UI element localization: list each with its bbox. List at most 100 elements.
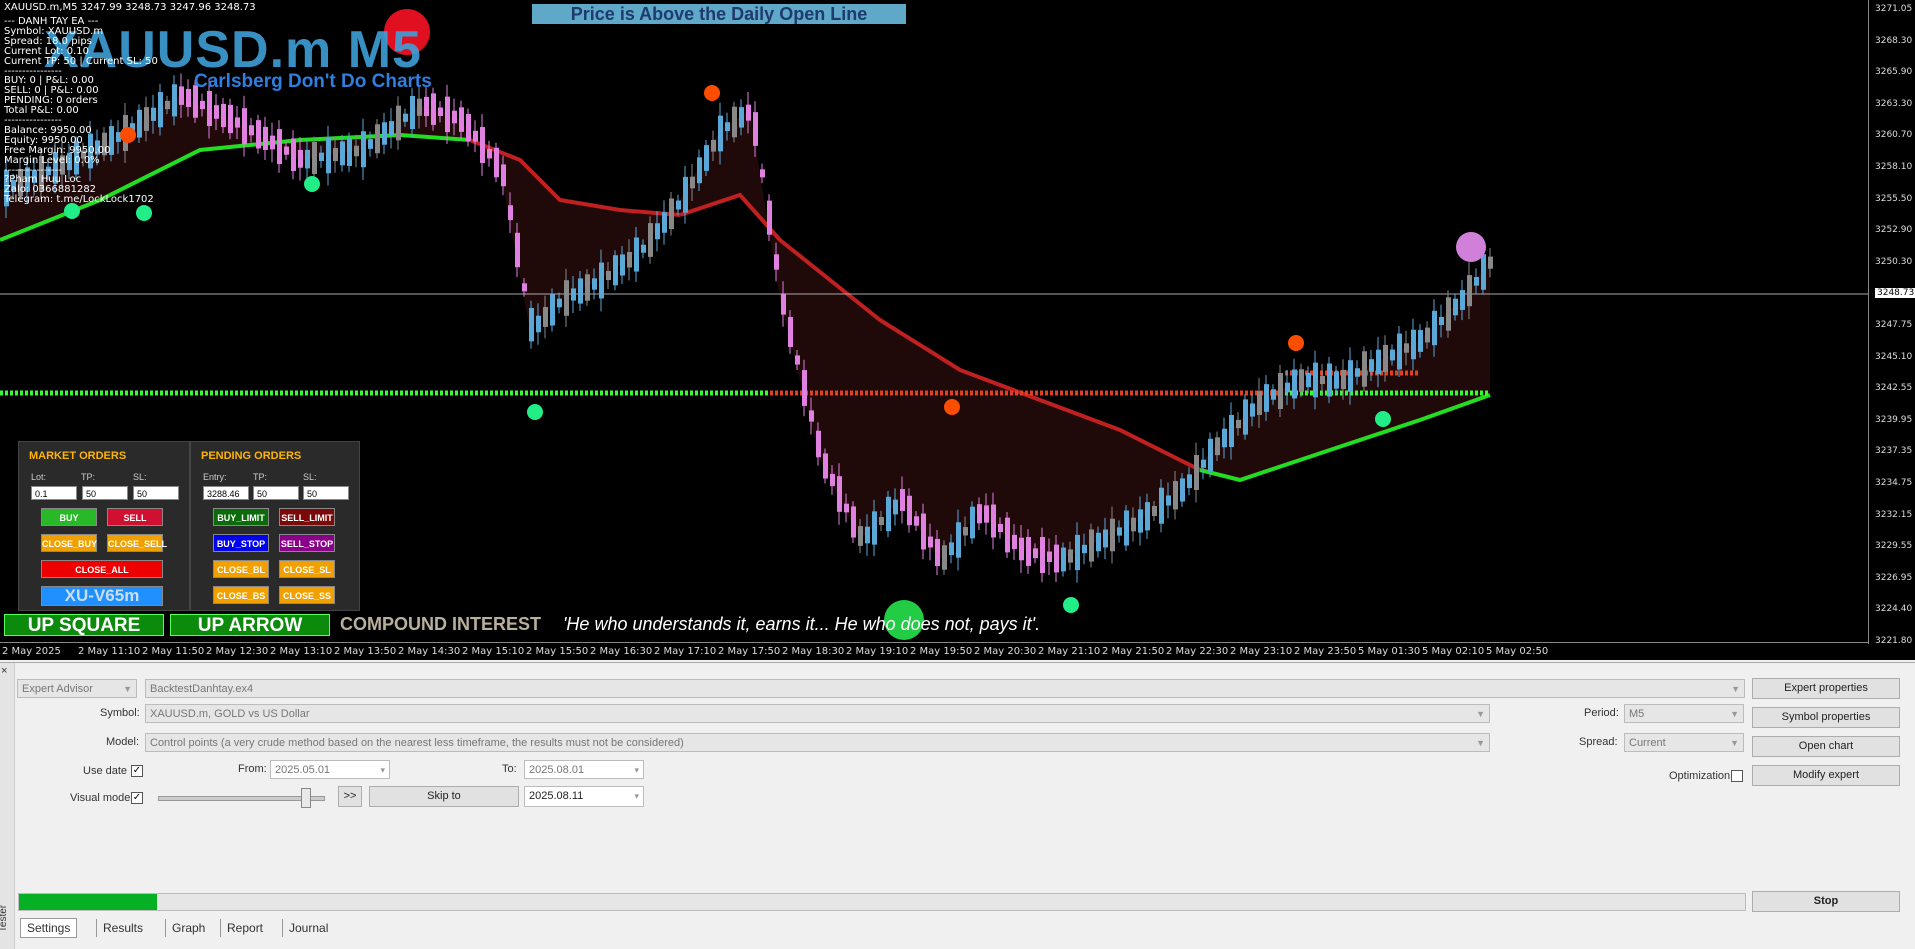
sell-button[interactable]: SELL — [107, 508, 163, 526]
tab-results[interactable]: Results — [96, 919, 149, 937]
speed-slider-track[interactable] — [158, 796, 325, 801]
tab-graph[interactable]: Graph — [165, 919, 211, 937]
price-scale[interactable]: 3271.05 3268.30 3265.90 3263.30 3260.70 3258.… — [1868, 0, 1915, 646]
open-chart-button[interactable]: Open chart — [1752, 736, 1900, 757]
candle-body — [1208, 438, 1213, 472]
chevron-down-icon: ▼ — [1476, 709, 1485, 719]
from-date[interactable]: 2025.05.01 ▾ — [270, 760, 390, 779]
modify-expert-button[interactable]: Modify expert — [1752, 765, 1900, 786]
price-tick-label: 3239.95 — [1875, 414, 1913, 425]
optimization-checkbox[interactable] — [1731, 770, 1743, 782]
model-value: Control points (a very crude method base… — [150, 737, 684, 749]
price-tick-label: 3232.15 — [1875, 509, 1913, 520]
tp-input[interactable]: 50 — [82, 486, 128, 500]
visual-mode-checkbox[interactable]: ✓ — [131, 792, 143, 804]
price-tick-label: 3242.55 — [1875, 383, 1913, 394]
tester-type-select[interactable]: Expert Advisor ▼ — [17, 679, 137, 698]
candle-body — [984, 505, 989, 523]
candle-body — [1201, 459, 1206, 468]
candle-body — [186, 89, 191, 107]
close-buy-button[interactable]: CLOSE_BUY — [41, 534, 97, 552]
speed-slider-thumb[interactable] — [301, 788, 311, 808]
candle-body — [830, 473, 835, 487]
expert-select[interactable]: BacktestDanhtay.ex4 ▼ — [145, 679, 1745, 698]
entry-input[interactable]: 3288.46 — [203, 486, 249, 500]
close-ss-button[interactable]: CLOSE_SS — [279, 586, 335, 604]
candle-body — [704, 145, 709, 171]
tester-side-label: Tester — [0, 904, 10, 933]
pending-sl-input[interactable]: 50 — [303, 486, 349, 500]
candle-body — [585, 274, 590, 301]
candle-body — [1271, 389, 1276, 400]
candle-body — [515, 232, 520, 268]
lot-label: Lot: — [31, 472, 47, 482]
candle-body — [256, 120, 261, 149]
chart-area[interactable]: XAUUSD.m,M5 3247.99 3248.73 3247.96 3248… — [0, 0, 1915, 660]
candle-body — [403, 113, 408, 122]
candle-body — [249, 125, 254, 136]
candle-body — [242, 108, 247, 145]
from-label: From: — [238, 763, 267, 775]
up-square-button[interactable]: UP SQUARE — [4, 614, 164, 636]
time-tick-label: 2 May 23:50 — [1294, 646, 1357, 657]
close-bs-button[interactable]: CLOSE_BS — [213, 586, 269, 604]
period-select[interactable]: M5 ▼ — [1624, 704, 1744, 723]
buy-button[interactable]: BUY — [41, 508, 97, 526]
stop-button[interactable]: Stop — [1752, 891, 1900, 912]
buy-stop-button[interactable]: BUY_STOP — [213, 534, 269, 552]
candle-body — [942, 545, 947, 570]
time-tick-label: 2 May 19:50 — [910, 646, 973, 657]
tester-side-bar: × Tester — [0, 663, 15, 949]
close-all-button[interactable]: CLOSE_ALL — [41, 560, 163, 578]
skip-date[interactable]: 2025.08.11 ▾ — [524, 786, 644, 807]
candle-body — [641, 244, 646, 253]
expert-properties-button[interactable]: Expert properties — [1752, 678, 1900, 699]
sl-input[interactable]: 50 — [133, 486, 179, 500]
symbol-select[interactable]: XAUUSD.m, GOLD vs US Dollar ▼ — [145, 704, 1490, 723]
up-arrow-button[interactable]: UP ARROW — [170, 614, 330, 636]
buy-limit-button[interactable]: BUY_LIMIT — [213, 508, 269, 526]
symbol-properties-button[interactable]: Symbol properties — [1752, 707, 1900, 728]
to-date[interactable]: 2025.08.01 ▾ — [524, 760, 644, 779]
candle-body — [872, 511, 877, 545]
candle-body — [179, 86, 184, 105]
sell-stop-button[interactable]: SELL_STOP — [279, 534, 335, 552]
spread-select[interactable]: Current ▼ — [1624, 733, 1744, 752]
candle-body — [459, 107, 464, 132]
sell-limit-button[interactable]: SELL_LIMIT — [279, 508, 335, 526]
time-tick-label: 2 May 11:10 — [78, 646, 141, 657]
candle-body — [1026, 537, 1031, 566]
tab-report[interactable]: Report — [220, 919, 269, 937]
candle-body — [1166, 495, 1171, 506]
expert-value: BacktestDanhtay.ex4 — [150, 683, 254, 695]
tab-journal[interactable]: Journal — [282, 919, 334, 937]
candle-body — [599, 262, 604, 299]
candle-body — [312, 141, 317, 175]
close-bl-button[interactable]: CLOSE_BL — [213, 560, 269, 578]
skip-to-button[interactable]: Skip to — [369, 786, 519, 807]
close-sl-button[interactable]: CLOSE_SL — [279, 560, 335, 578]
candle-body — [1467, 275, 1472, 307]
pending-tp-input[interactable]: 50 — [253, 486, 299, 500]
signal-dot — [1063, 597, 1079, 613]
candle-body — [382, 122, 387, 145]
model-select[interactable]: Control points (a very crude method base… — [145, 733, 1490, 752]
signal-dot — [704, 85, 720, 101]
tab-settings[interactable]: Settings — [20, 918, 78, 938]
server-button[interactable]: XU-V65m — [41, 586, 163, 606]
candle-body — [956, 522, 961, 558]
time-axis[interactable]: 2 May 2025 2 May 11:10 2 May 11:50 2 May 12… — [0, 642, 1868, 660]
candle-body — [550, 294, 555, 326]
use-date-checkbox[interactable]: ✓ — [131, 765, 143, 777]
close-sell-button[interactable]: CLOSE_SELL — [107, 534, 167, 552]
lot-input[interactable]: 0.1 — [31, 486, 77, 500]
candle-body — [487, 149, 492, 159]
candle-body — [711, 139, 716, 152]
close-icon[interactable]: × — [1, 665, 7, 677]
chart-subtitle: Carlsberg Don't Do Charts — [194, 71, 432, 92]
candle-body — [998, 523, 1003, 533]
candle-body — [508, 205, 513, 221]
candle-body — [1257, 391, 1262, 415]
candle-body — [907, 495, 912, 526]
fast-forward-button[interactable]: >> — [338, 786, 362, 807]
